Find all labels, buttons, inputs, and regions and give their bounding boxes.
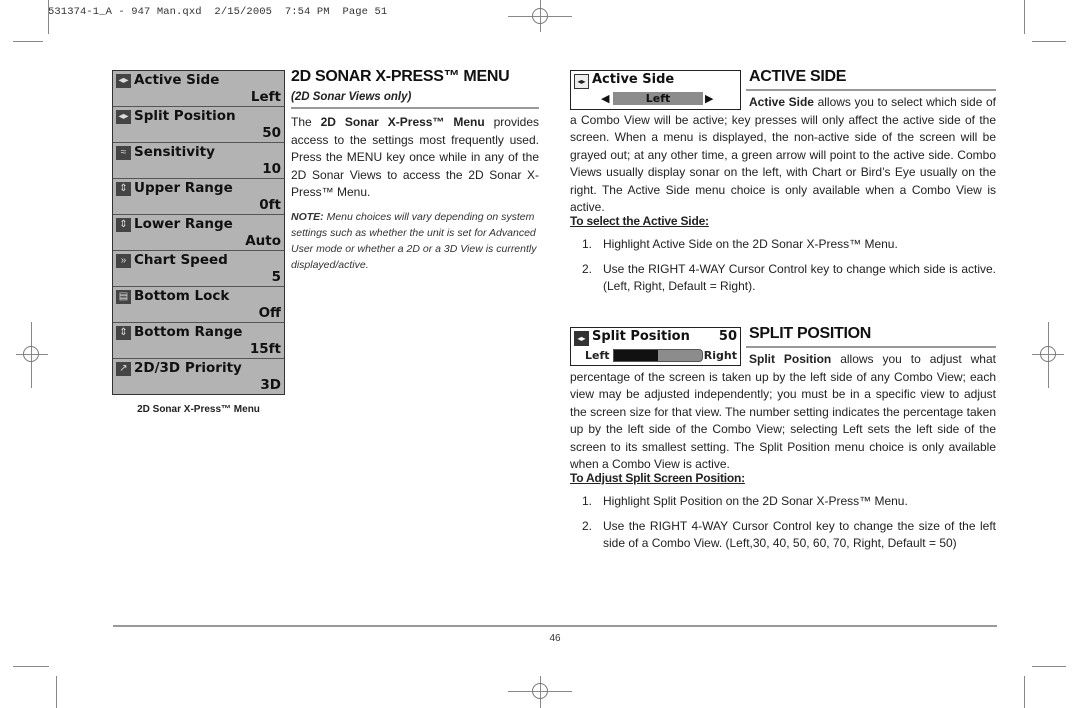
step-item: 2. Use the RIGHT 4-WAY Cursor Control key…: [570, 518, 996, 552]
menu-item-value: 5: [271, 269, 281, 285]
menu-item-value: 0ft: [259, 197, 281, 213]
menu-item-label: Lower Range: [134, 216, 233, 232]
step-number: 1.: [582, 494, 593, 508]
step-text: Highlight Active Side on the 2D Sonar X-…: [603, 237, 898, 251]
split-position-title: SPLIT POSITION: [749, 325, 872, 342]
crop-mark: [13, 41, 43, 42]
menu-item-label: Split Position: [134, 108, 236, 124]
split-position-paragraph: Split Position allows you to adjust what…: [570, 352, 996, 471]
step-text: Highlight Split Position on the 2D Sonar…: [603, 494, 908, 508]
split-position-steps: 1. Highlight Split Position on the 2D Son…: [570, 493, 996, 560]
menu-item-value: Off: [258, 305, 281, 321]
step-text: Use the RIGHT 4-WAY Cursor Control key t…: [603, 519, 996, 550]
crop-mark: [56, 676, 57, 708]
menu-item[interactable]: ◂▸ Active Side Left: [113, 71, 284, 107]
widget-value: 50: [718, 329, 737, 344]
crop-mark: [1024, 676, 1025, 708]
crop-mark: [1032, 666, 1066, 667]
active-side-steps: 1. Highlight Active Side on the 2D Sonar …: [570, 236, 996, 303]
crop-mark: [1024, 0, 1025, 34]
menu-item[interactable]: ⇕ Upper Range 0ft: [113, 179, 284, 215]
upper-range-icon: ⇕: [116, 182, 131, 196]
menu-item-label: Sensitivity: [134, 144, 215, 160]
menu-item-label: Chart Speed: [134, 252, 228, 268]
print-slug: 531374-1_A - 947 Man.qxd 2/15/2005 7:54 …: [48, 6, 388, 18]
menu-caption: 2D Sonar X-Press™ Menu: [137, 404, 260, 415]
section-subtitle: (2D Sonar Views only): [291, 91, 412, 103]
split-position-steps-heading: To Adjust Split Screen Position:: [570, 471, 745, 485]
menu-item[interactable]: ◂▸ Split Position 50: [113, 107, 284, 143]
step-item: 1. Highlight Active Side on the 2D Sonar …: [570, 236, 996, 253]
active-side-icon: ◂▸: [116, 74, 131, 88]
menu-item-label: Upper Range: [134, 180, 233, 196]
step-number: 1.: [582, 237, 593, 251]
menu-item-label: Bottom Lock: [134, 288, 230, 304]
menu-item-value: Auto: [245, 233, 281, 249]
active-side-title: ACTIVE SIDE: [749, 68, 847, 85]
crop-mark: [13, 666, 49, 667]
menu-item-label: Active Side: [134, 72, 220, 88]
bottom-lock-icon: ▤: [116, 290, 131, 304]
sonar-xpress-menu: ◂▸ Active Side Left ◂▸ Split Position 50 ≈ Sens…: [112, 70, 285, 395]
step-number: 2.: [582, 262, 593, 276]
chart-speed-icon: »: [116, 254, 131, 268]
footer-rule: [113, 625, 997, 627]
step-number: 2.: [582, 519, 593, 533]
menu-item[interactable]: » Chart Speed 5: [113, 251, 284, 287]
widget-title: Active Side: [592, 72, 675, 87]
active-side-icon: ◂▸: [574, 74, 589, 89]
menu-item[interactable]: ⇕ Lower Range Auto: [113, 215, 284, 251]
menu-item[interactable]: ▤ Bottom Lock Off: [113, 287, 284, 323]
menu-item-label: 2D/3D Priority: [134, 360, 242, 376]
note-paragraph: NOTE: Menu choices will vary depending o…: [291, 210, 537, 271]
crop-mark: [48, 0, 49, 34]
menu-item-label: Bottom Range: [134, 324, 243, 340]
sensitivity-icon: ≈: [116, 146, 131, 160]
divider: [291, 107, 539, 109]
split-position-icon: ◂▸: [574, 331, 589, 346]
section-title: 2D SONAR X-PRESS™ MENU: [291, 68, 510, 85]
crop-mark: [1032, 41, 1066, 42]
menu-item-value: 15ft: [249, 341, 281, 357]
intro-paragraph: The 2D Sonar X-Press™ Menu provides acce…: [291, 115, 539, 199]
lower-range-icon: ⇕: [116, 218, 131, 232]
menu-item-value: 50: [262, 125, 281, 141]
priority-icon: ↗: [116, 362, 131, 376]
menu-item[interactable]: ↗ 2D/3D Priority 3D: [113, 359, 284, 394]
divider: [746, 89, 996, 91]
active-side-paragraph: Active Side allows you to select which s…: [570, 95, 996, 214]
step-item: 2. Use the RIGHT 4-WAY Cursor Control key…: [570, 261, 996, 295]
menu-item[interactable]: ⇕ Bottom Range 15ft: [113, 323, 284, 359]
menu-item-value: 3D: [260, 377, 281, 393]
step-text: Use the RIGHT 4-WAY Cursor Control key t…: [603, 262, 996, 293]
split-position-icon: ◂▸: [116, 110, 131, 124]
menu-item-value: 10: [262, 161, 281, 177]
page-number: 46: [549, 633, 561, 644]
divider: [746, 346, 996, 348]
intro-section: 2D SONAR X-PRESS™ MENU (2D Sonar Views o…: [291, 68, 539, 273]
active-side-steps-heading: To select the Active Side:: [570, 214, 709, 228]
widget-title: Split Position: [592, 329, 690, 344]
step-item: 1. Highlight Split Position on the 2D Son…: [570, 493, 996, 510]
menu-item[interactable]: ≈ Sensitivity 10: [113, 143, 284, 179]
bottom-range-icon: ⇕: [116, 326, 131, 340]
menu-item-value: Left: [250, 89, 281, 105]
